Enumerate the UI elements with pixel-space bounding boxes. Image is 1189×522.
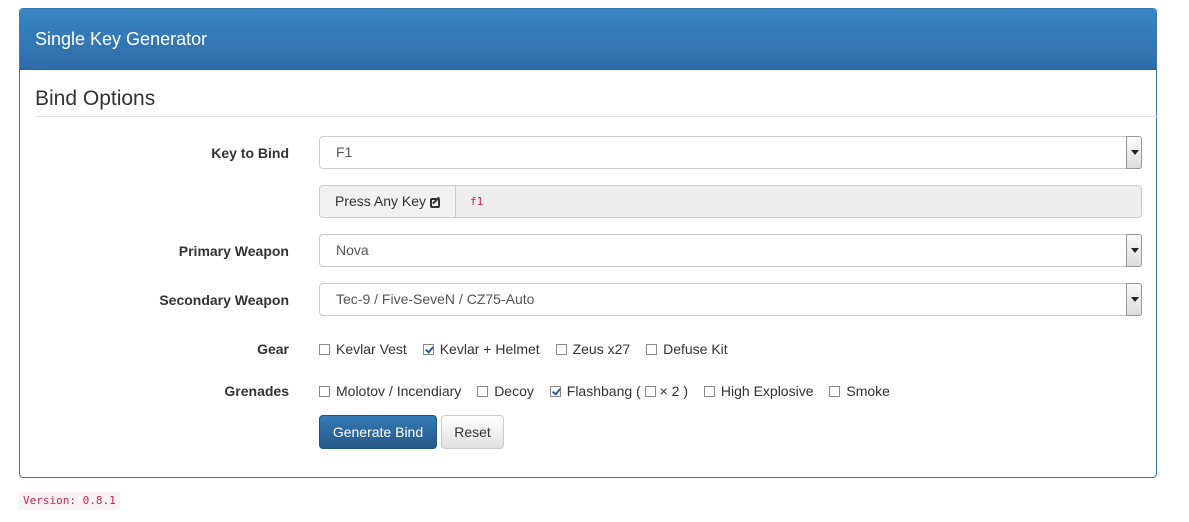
flashbang-checkbox[interactable] xyxy=(549,386,561,397)
key-to-bind-label: Key to Bind xyxy=(211,145,289,161)
press-any-key-button[interactable]: Press Any Key xyxy=(320,186,456,217)
press-any-key-label: Press Any Key xyxy=(334,193,427,209)
grenade-option-flashbang[interactable]: Flashbang ( × 2 ) xyxy=(549,383,688,399)
molotov-checkbox[interactable] xyxy=(319,386,330,397)
version-badge: Version: 0.8.1 xyxy=(19,492,120,510)
flashbang-x2-label: × 2 ) xyxy=(659,383,688,399)
grenades-label: Grenades xyxy=(224,383,289,399)
grenade-option-molotov[interactable]: Molotov / Incendiary xyxy=(319,383,461,399)
kevlar-vest-label: Kevlar Vest xyxy=(336,341,407,357)
gear-option-defuse-kit[interactable]: Defuse Kit xyxy=(646,341,728,357)
defuse-kit-checkbox[interactable] xyxy=(646,344,658,355)
key-to-bind-select[interactable]: F1 xyxy=(319,136,1142,169)
key-capture-group: Press Any Key f1 xyxy=(319,185,1142,218)
chevron-down-icon[interactable] xyxy=(1126,234,1142,267)
panel-title: Single Key Generator xyxy=(20,9,1156,70)
generator-panel: Single Key Generator Bind Options Key to… xyxy=(19,8,1158,478)
molotov-label: Molotov / Incendiary xyxy=(336,383,462,399)
secondary-weapon-label: Secondary Weapon xyxy=(159,292,289,308)
defuse-kit-label: Defuse Kit xyxy=(663,341,728,357)
gear-option-kevlar-helmet[interactable]: Kevlar + Helmet xyxy=(422,341,540,357)
grenade-options: Molotov / Incendiary Decoy Flashbang ( ×… xyxy=(319,383,902,399)
key-to-bind-value: F1 xyxy=(336,144,353,160)
grenade-option-smoke[interactable]: Smoke xyxy=(829,383,890,399)
bind-options-legend: Bind Options xyxy=(35,87,1158,117)
he-label: High Explosive xyxy=(720,383,814,399)
kevlar-helmet-checkbox[interactable] xyxy=(422,344,434,355)
secondary-weapon-value: Tec-9 / Five-SeveN / CZ75-Auto xyxy=(336,291,535,307)
zeus-label: Zeus x27 xyxy=(572,341,631,357)
flashbang-x2-checkbox[interactable] xyxy=(644,386,656,397)
grenade-option-decoy[interactable]: Decoy xyxy=(477,383,534,399)
gear-label: Gear xyxy=(257,341,289,357)
grenade-option-he[interactable]: High Explosive xyxy=(703,383,814,399)
he-checkbox[interactable] xyxy=(703,386,715,397)
gear-option-zeus[interactable]: Zeus x27 xyxy=(555,341,631,357)
decoy-checkbox[interactable] xyxy=(477,386,489,397)
primary-weapon-select[interactable]: Nova xyxy=(319,234,1142,267)
smoke-checkbox[interactable] xyxy=(829,386,841,397)
generate-bind-button[interactable]: Generate Bind xyxy=(319,415,437,449)
pressed-key-code: f1 xyxy=(470,195,484,208)
kevlar-vest-checkbox[interactable] xyxy=(319,344,330,355)
smoke-label: Smoke xyxy=(846,383,890,399)
primary-weapon-label: Primary Weapon xyxy=(178,243,289,259)
gear-options: Kevlar Vest Kevlar + Helmet Zeus x27 Def… xyxy=(319,341,740,357)
zeus-checkbox[interactable] xyxy=(555,344,567,355)
primary-weapon-value: Nova xyxy=(336,242,369,258)
chevron-down-icon[interactable] xyxy=(1126,136,1142,169)
kevlar-helmet-label: Kevlar + Helmet xyxy=(439,341,540,357)
flashbang-label: Flashbang ( xyxy=(566,383,641,399)
chevron-down-icon[interactable] xyxy=(1126,283,1142,316)
edit-icon xyxy=(430,198,441,208)
gear-option-kevlar-vest[interactable]: Kevlar Vest xyxy=(319,341,407,357)
reset-button[interactable]: Reset xyxy=(441,415,504,449)
decoy-label: Decoy xyxy=(494,383,534,399)
secondary-weapon-select[interactable]: Tec-9 / Five-SeveN / CZ75-Auto xyxy=(319,283,1142,316)
